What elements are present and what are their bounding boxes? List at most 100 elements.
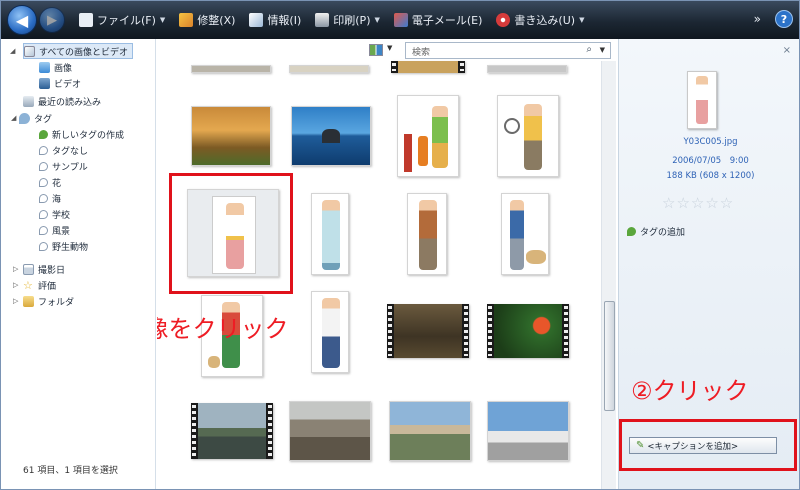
photo-thumbnail[interactable] bbox=[289, 65, 369, 73]
tree-date-taken[interactable]: ▷ 撮影日 bbox=[13, 261, 66, 277]
photo-thumbnail[interactable] bbox=[191, 65, 271, 73]
tree-recent[interactable]: 最近の読み込み bbox=[23, 93, 101, 109]
print-menu[interactable]: 印刷(P) ▼ bbox=[315, 12, 380, 28]
disc-icon bbox=[496, 13, 511, 27]
add-caption-button[interactable]: ✎ <キャプションを追加> bbox=[629, 437, 777, 454]
video-thumbnail[interactable] bbox=[391, 61, 465, 73]
photo-thumbnail[interactable] bbox=[501, 193, 549, 275]
collapse-arrow-icon: ◢ bbox=[11, 114, 17, 122]
tag-outline-icon bbox=[39, 193, 48, 203]
tag-outline-icon bbox=[39, 161, 48, 171]
tree-label: タグなし bbox=[52, 146, 89, 157]
fix-button[interactable]: 修整(X) bbox=[179, 12, 235, 28]
tree-new-tag[interactable]: 新しいタグの作成 bbox=[39, 126, 124, 142]
tree-tag-item[interactable]: 野生動物 bbox=[39, 238, 88, 254]
scrollbar-thumb[interactable] bbox=[604, 301, 615, 411]
file-icon bbox=[79, 13, 93, 27]
chevron-down-icon[interactable]: ▼ bbox=[600, 46, 605, 54]
video-thumbnail[interactable] bbox=[487, 304, 569, 358]
expand-arrow-icon: ▷ bbox=[13, 297, 19, 305]
burn-label: 書き込み(U) bbox=[514, 14, 576, 27]
tree-rating[interactable]: ▷ ☆ 評価 bbox=[13, 277, 56, 293]
tree-all-media[interactable]: ◢ すべての画像とビデオ bbox=[10, 43, 134, 59]
folder-icon bbox=[23, 295, 34, 307]
figure-shape bbox=[419, 200, 437, 270]
photo-thumbnail[interactable] bbox=[311, 193, 349, 275]
toolbar: ◀ ▶ ファイル(F) ▼ 修整(X) 情報(I) 印刷(P) ▼ 電子メール(E)… bbox=[1, 1, 799, 39]
search-icon[interactable]: ⌕ bbox=[586, 44, 592, 55]
view-options-icon[interactable] bbox=[369, 44, 383, 56]
file-size: 188 KB (608 x 1200) bbox=[666, 171, 755, 181]
info-button[interactable]: 情報(I) bbox=[249, 12, 301, 28]
search-bar: ▼ 検索 ⌕ ▼ bbox=[157, 39, 617, 61]
video-thumbnail[interactable] bbox=[191, 403, 273, 459]
back-button[interactable]: ◀ bbox=[7, 5, 37, 35]
tree-videos[interactable]: ビデオ bbox=[39, 75, 81, 91]
forward-button[interactable]: ▶ bbox=[39, 7, 65, 33]
file-name[interactable]: Y03C005.jpg bbox=[619, 137, 799, 147]
tree-label: 野生動物 bbox=[52, 242, 89, 253]
figure-shape bbox=[510, 200, 524, 270]
tree-folders[interactable]: ▷ フォルダ bbox=[13, 293, 74, 309]
pictures-icon bbox=[39, 61, 50, 73]
add-tag-link[interactable]: タグの追加 bbox=[627, 225, 685, 238]
calendar-icon bbox=[23, 263, 34, 275]
tree-tag-item[interactable]: 花 bbox=[39, 174, 61, 190]
back-arrow-icon: ◀ bbox=[15, 10, 29, 30]
vertical-scrollbar[interactable] bbox=[601, 61, 616, 489]
email-icon bbox=[393, 13, 408, 27]
chevron-down-icon[interactable]: ▼ bbox=[387, 44, 392, 52]
new-tag-icon bbox=[39, 129, 48, 139]
photo-thumbnail[interactable] bbox=[191, 106, 271, 166]
photo-thumbnail[interactable] bbox=[311, 291, 349, 373]
add-tag-label: タグの追加 bbox=[640, 228, 686, 238]
photo-thumbnail[interactable] bbox=[291, 106, 371, 166]
tree-tag-item[interactable]: 学校 bbox=[39, 206, 70, 222]
file-datetime[interactable]: 2006/07/05 9:00 bbox=[619, 154, 799, 166]
collapse-arrow-icon: ◢ bbox=[10, 47, 16, 55]
close-icon[interactable]: × bbox=[783, 45, 791, 56]
tree-pictures[interactable]: 画像 bbox=[39, 59, 72, 75]
search-input[interactable]: 検索 ⌕ ▼ bbox=[405, 42, 611, 59]
tree-label: 学校 bbox=[52, 210, 71, 221]
tree-label: ビデオ bbox=[54, 79, 82, 90]
video-thumbnail[interactable] bbox=[387, 304, 469, 358]
printer-icon bbox=[315, 13, 330, 27]
expand-arrow-icon: ▷ bbox=[13, 265, 19, 273]
tree-label: 撮影日 bbox=[38, 265, 66, 276]
annotation-step1: ①画像をクリック bbox=[157, 315, 289, 343]
star-icon: ☆ bbox=[23, 278, 33, 292]
photo-thumbnail[interactable] bbox=[497, 95, 559, 177]
tree-tag-item[interactable]: 海 bbox=[39, 190, 61, 206]
add-caption-label: <キャプションを追加> bbox=[647, 441, 739, 452]
info-label: 情報(I) bbox=[267, 14, 302, 27]
tree-tags[interactable]: ◢ タグ bbox=[11, 110, 52, 126]
photo-thumbnail[interactable] bbox=[487, 65, 567, 73]
photo-thumbnail[interactable] bbox=[407, 193, 447, 275]
tree-label: タグ bbox=[34, 114, 53, 125]
photo-thumbnail[interactable] bbox=[389, 401, 471, 461]
tree-tag-item[interactable]: サンプル bbox=[39, 158, 88, 174]
photo-gallery-window: ◀ ▶ ファイル(F) ▼ 修整(X) 情報(I) 印刷(P) ▼ 電子メール(E)… bbox=[0, 0, 800, 490]
fix-label: 修整(X) bbox=[197, 14, 236, 27]
rating-stars[interactable]: ☆☆☆☆☆ bbox=[662, 194, 734, 212]
tag-outline-icon bbox=[39, 145, 48, 155]
figure-shape bbox=[404, 134, 412, 172]
file-menu[interactable]: ファイル(F) ▼ bbox=[79, 12, 165, 28]
whale-tail-shape bbox=[322, 129, 340, 143]
overflow-chevron-icon[interactable]: » bbox=[754, 12, 761, 26]
tag-icon bbox=[19, 112, 30, 124]
photo-thumbnail[interactable] bbox=[487, 401, 569, 461]
preview-thumbnail bbox=[687, 71, 717, 129]
burn-menu[interactable]: 書き込み(U) ▼ bbox=[496, 12, 584, 28]
tree-tag-item[interactable]: 風景 bbox=[39, 222, 70, 238]
photo-thumbnail[interactable] bbox=[289, 401, 371, 461]
help-icon[interactable]: ? bbox=[775, 10, 793, 28]
tree-no-tag[interactable]: タグなし bbox=[39, 142, 88, 158]
pencil-icon: ✎ bbox=[636, 440, 645, 451]
email-button[interactable]: 電子メール(E) bbox=[393, 12, 482, 28]
photo-thumbnail[interactable] bbox=[397, 95, 459, 177]
tag-icon bbox=[627, 227, 636, 236]
tag-outline-icon bbox=[39, 209, 48, 219]
tag-outline-icon bbox=[39, 177, 48, 187]
